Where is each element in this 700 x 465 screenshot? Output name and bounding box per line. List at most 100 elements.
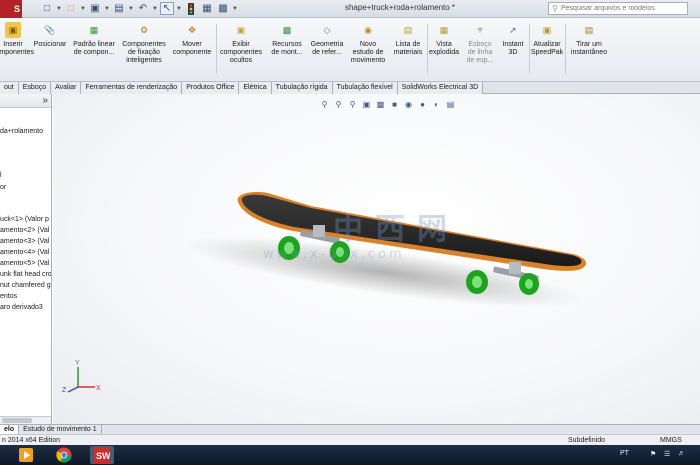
tab-rigid-tubing[interactable]: Tubulação rígida <box>271 82 333 94</box>
file-properties-icon[interactable]: ▦ <box>200 2 214 15</box>
bill-of-materials-button[interactable]: ▤ Lista de materiais <box>390 20 426 78</box>
watermark-url: www.x-box.com <box>263 247 405 262</box>
chrome-icon[interactable] <box>52 446 76 464</box>
horizontal-scrollbar[interactable] <box>0 416 51 424</box>
tree-item-screw[interactable]: unk flat head cro <box>0 271 51 278</box>
chevron-down-icon[interactable]: ▼ <box>80 2 86 15</box>
instant-3d-label: Instant 3D <box>502 41 524 56</box>
chevron-down-icon[interactable]: ▼ <box>104 2 110 15</box>
scrollbar-thumb[interactable] <box>2 418 32 423</box>
tree-item-assembly[interactable]: da+rolamento <box>0 128 43 135</box>
bill-of-materials-icon: ▤ <box>403 24 413 35</box>
snapshot-icon: ▤ <box>584 24 594 35</box>
smart-fasteners-icon: ⚙ <box>139 24 149 35</box>
triad-x-label: X <box>96 385 101 392</box>
ribbon-separator <box>216 24 217 74</box>
media-player-icon[interactable] <box>14 446 38 464</box>
chevron-down-icon[interactable]: ▼ <box>232 2 238 15</box>
search-icon: ⚲ <box>552 4 558 13</box>
command-manager-tabs: out Esboço Avaliar Ferramentas de render… <box>0 82 700 94</box>
triad-z-label: Z <box>62 387 67 394</box>
speedpak-button[interactable]: ▣ Atualizar SpeedPak <box>530 20 564 78</box>
windows-taskbar: SW PT ⚑ ☰ ♬ <box>0 445 700 465</box>
smart-fasteners-label: Componentes de fixação inteligentes <box>122 41 166 64</box>
tree-item-rolamento[interactable]: amento<3> (Val <box>0 238 49 245</box>
tab-electrical[interactable]: Elétrica <box>239 82 272 94</box>
options-icon[interactable]: ▩ <box>216 2 230 15</box>
open-folder-icon[interactable]: □ <box>64 2 78 15</box>
reference-geometry-button[interactable]: ◇ Geometria de refer... <box>307 20 347 78</box>
tab-evaluate[interactable]: Avaliar <box>51 82 82 94</box>
feature-manager-panel: » da+rolamento l or uck<1> (Valor p amen… <box>0 94 52 424</box>
assembly-features-icon: ▩ <box>282 24 292 35</box>
move-component-icon: ✥ <box>188 24 196 35</box>
triad-y-label: Y <box>75 360 80 367</box>
explode-line-sketch-button[interactable]: ⚜ Esboço de linha de esp... <box>463 20 497 78</box>
solidworks-icon[interactable]: SW <box>90 446 114 464</box>
flag-icon[interactable]: ⚑ <box>650 450 656 458</box>
svg-text:SW: SW <box>96 451 110 461</box>
linear-pattern-button[interactable]: ▦ Padrão linear de compon... <box>70 20 118 78</box>
assembly-features-button[interactable]: ▩ Recursos de mont... <box>268 20 306 78</box>
tab-layout[interactable]: out <box>0 82 19 94</box>
command-manager-ribbon: ▣ Inserir componentes 📎 Posicionar ▦ Pad… <box>0 18 700 82</box>
exploded-view-label: Vista explodida <box>429 41 459 56</box>
insert-components-icon: ▣ <box>5 22 21 38</box>
mate-button[interactable]: 📎 Posicionar <box>32 20 68 78</box>
tree-item-rolamento[interactable]: amento<2> (Val <box>0 227 49 234</box>
new-document-icon[interactable]: □ <box>40 2 54 15</box>
motion-study-button[interactable]: ◉ Novo estudo de movimento <box>348 20 388 78</box>
graphics-area[interactable]: ⚲ ⚲ ⚲ ▣ ▩ ■ ◉ ● ◐ ▤ Y X Z 中西网 www.x-box.… <box>53 94 700 424</box>
tree-item-truck[interactable]: uck<1> (Valor p <box>0 216 49 223</box>
tree-item-rolamento[interactable]: amento<5> (Val <box>0 260 49 267</box>
tree-item[interactable]: l <box>0 172 2 179</box>
coordinate-triad: Y X Z <box>62 360 101 394</box>
speedpak-icon: ▣ <box>542 24 552 35</box>
language-indicator[interactable]: PT <box>620 450 629 457</box>
chevron-down-icon[interactable]: ▼ <box>152 2 158 15</box>
network-icon[interactable]: ☰ <box>664 450 670 458</box>
instant-3d-button[interactable]: ➚ Instant 3D <box>498 20 528 78</box>
undo-icon[interactable]: ↶ <box>136 2 150 15</box>
chevron-down-icon[interactable]: ▼ <box>128 2 134 15</box>
truck-rear-base <box>509 262 521 274</box>
print-icon[interactable]: ▤ <box>112 2 126 15</box>
snapshot-button[interactable]: ▤ Tirar um instantâneo <box>568 20 610 78</box>
bill-of-materials-label: Lista de materiais <box>393 41 423 56</box>
assembly-features-label: Recursos de mont... <box>271 41 303 56</box>
tree-item-mates[interactable]: entos <box>0 293 17 300</box>
title-bar: S □ ▼ □ ▼ ▣ ▼ ▤ ▼ ↶ ▼ ↖ ▼ ▦ ▩ ▼ shape+tr… <box>0 0 700 18</box>
insert-components-label: Inserir componentes <box>0 41 35 56</box>
mate-label: Posicionar <box>33 41 67 48</box>
wheel-hub <box>472 276 482 288</box>
traffic-light-icon[interactable] <box>184 2 198 15</box>
tab-sketch[interactable]: Esboço <box>18 82 52 94</box>
exploded-view-button[interactable]: ▦ Vista explodida <box>427 20 461 78</box>
tree-item-derived[interactable]: aro derivado3 <box>0 304 43 311</box>
status-bar: n 2014 x64 Edition Subdefinido MMGS <box>0 434 700 445</box>
solidworks-window: S □ ▼ □ ▼ ▣ ▼ ▤ ▼ ↶ ▼ ↖ ▼ ▦ ▩ ▼ shape+tr… <box>0 0 700 465</box>
tab-solidworks-electrical-3d[interactable]: SolidWorks Electrical 3D <box>397 82 484 94</box>
document-title: shape+truck+roda+rolamento * <box>344 3 456 12</box>
save-icon[interactable]: ▣ <box>88 2 102 15</box>
tree-item-nut[interactable]: nut chamfered g <box>0 282 51 289</box>
move-component-label: Mover componente <box>172 41 212 56</box>
move-component-button[interactable]: ✥ Mover componente <box>170 20 214 78</box>
insert-components-button[interactable]: ▣ Inserir componentes <box>0 20 34 78</box>
explode-line-sketch-icon: ⚜ <box>475 24 485 35</box>
search-box[interactable]: ⚲ <box>548 2 688 15</box>
tab-flexible-tubing[interactable]: Tubulação flexível <box>332 82 398 94</box>
show-hidden-button[interactable]: ▣ Exibir componentes ocultos <box>218 20 264 78</box>
tab-render-tools[interactable]: Ferramentas de renderização <box>81 82 183 94</box>
app-logo[interactable]: S <box>0 0 22 18</box>
tree-item[interactable]: or <box>0 184 6 191</box>
double-chevron-right-icon[interactable]: » <box>42 95 48 106</box>
chevron-down-icon[interactable]: ▼ <box>56 2 62 15</box>
select-arrow-icon[interactable]: ↖ <box>160 2 174 15</box>
search-input[interactable] <box>561 5 685 12</box>
smart-fasteners-button[interactable]: ⚙ Componentes de fixação inteligentes <box>120 20 168 78</box>
chevron-down-icon[interactable]: ▼ <box>176 2 182 15</box>
volume-icon[interactable]: ♬ <box>678 450 685 457</box>
tab-office-products[interactable]: Produtos Office <box>182 82 240 94</box>
tree-item-rolamento[interactable]: amento<4> (Val <box>0 249 49 256</box>
